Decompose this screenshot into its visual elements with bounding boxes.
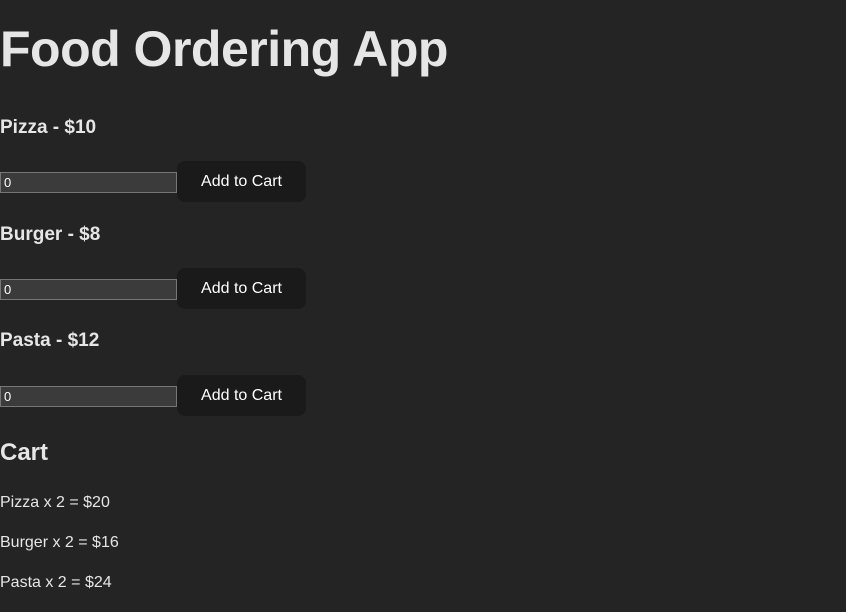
cart-line-item: Pizza x 2 = $20 — [0, 494, 110, 511]
cart-line-item: Pasta x 2 = $24 — [0, 574, 112, 591]
burger-add-to-cart-button[interactable]: Add to Cart — [177, 268, 306, 309]
page-title: Food Ordering App — [0, 21, 448, 77]
cart-line-item: Burger x 2 = $16 — [0, 534, 119, 551]
pizza-add-to-cart-button[interactable]: Add to Cart — [177, 161, 306, 202]
menu-item-burger-heading: Burger - $8 — [0, 224, 101, 245]
app-root: Food Ordering App Pizza - $10 Add to Car… — [0, 0, 846, 612]
cart-heading: Cart — [0, 439, 49, 466]
pasta-add-to-cart-button[interactable]: Add to Cart — [177, 375, 306, 416]
menu-item-pizza-heading: Pizza - $10 — [0, 117, 97, 138]
menu-item-pasta-heading: Pasta - $12 — [0, 330, 100, 351]
pizza-quantity-input[interactable] — [0, 172, 177, 193]
burger-quantity-input[interactable] — [0, 279, 177, 300]
pasta-quantity-input[interactable] — [0, 386, 177, 407]
